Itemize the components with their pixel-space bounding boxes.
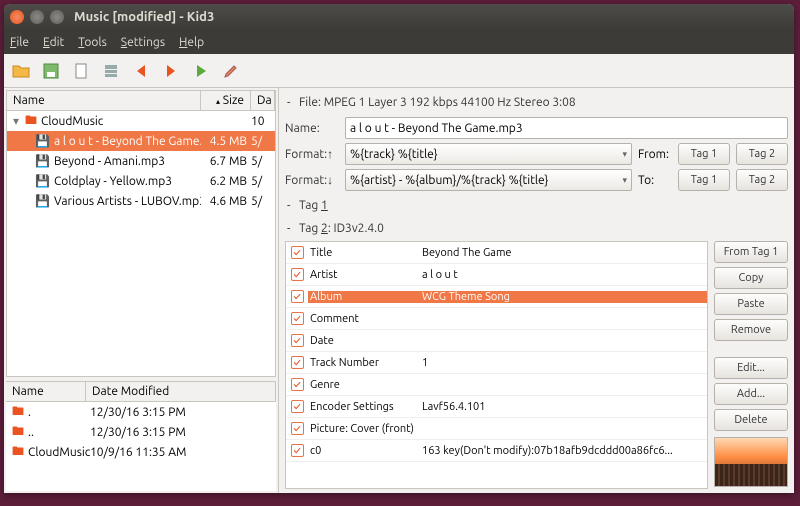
checkbox-icon[interactable]	[291, 422, 304, 435]
delete-button[interactable]: Delete	[714, 409, 788, 431]
format-up-combo[interactable]: %{track} %{title}	[345, 143, 632, 165]
file-row[interactable]: 💾Coldplay - Yellow.mp36.2 MB5/	[7, 171, 275, 191]
disk-icon: 💾	[35, 194, 50, 208]
right-panel: File: MPEG 1 Layer 3 192 kbps 44100 Hz S…	[279, 88, 794, 493]
dir-row[interactable]: 🖿.12/30/16 3:15 PM	[6, 402, 276, 422]
open-icon[interactable]	[10, 60, 32, 82]
name-input[interactable]	[345, 117, 788, 139]
checkbox-icon[interactable]	[291, 334, 304, 347]
tag-row[interactable]: Comment	[286, 308, 707, 330]
to-label: To:	[638, 174, 672, 187]
edit-button[interactable]: Edit...	[714, 357, 788, 379]
minimize-icon[interactable]	[30, 10, 44, 24]
from-tag1-button[interactable]: Tag 1	[678, 143, 730, 165]
select-all-icon[interactable]	[100, 60, 122, 82]
disk-icon: 💾	[35, 134, 50, 148]
paste-button[interactable]: Paste	[714, 293, 788, 315]
tree-folder[interactable]: ▾🖿CloudMusic 10	[7, 111, 275, 131]
dir-list[interactable]: Name Date Modified 🖿.12/30/16 3:15 PM🖿..…	[6, 381, 276, 491]
tag-row[interactable]: Track Number1	[286, 352, 707, 374]
tag-grid[interactable]: TitleBeyond The GameArtista l o u tAlbum…	[285, 241, 708, 489]
dir-row[interactable]: 🖿..12/30/16 3:15 PM	[6, 422, 276, 442]
bcol-date[interactable]: Date Modified	[86, 382, 276, 401]
revert-icon[interactable]	[70, 60, 92, 82]
file-row[interactable]: 💾a l o u t - Beyond The Game.mp34.5 MB5/	[7, 131, 275, 151]
left-panel: Name ▴ Size Da ▾🖿CloudMusic 10 💾a l o u …	[4, 88, 279, 493]
menu-edit[interactable]: Edit	[43, 36, 64, 49]
menu-tools[interactable]: Tools	[78, 36, 107, 49]
disk-icon: 💾	[35, 154, 50, 168]
from-tag1-side[interactable]: From Tag 1	[714, 241, 788, 263]
checkbox-icon[interactable]	[291, 378, 304, 391]
folder-icon: 🖿	[12, 402, 24, 423]
tag-row[interactable]: c0163 key(Don't modify):07b18afb9dcddd00…	[286, 440, 707, 462]
app-window: Music [modified] - Kid3 File Edit Tools …	[4, 4, 794, 493]
menu-settings[interactable]: Settings	[121, 36, 165, 49]
tag-row[interactable]: Picture: Cover (front)	[286, 418, 707, 440]
col-size[interactable]: ▴ Size	[201, 91, 251, 110]
close-icon[interactable]	[10, 10, 24, 24]
tag-side-buttons: From Tag 1 Copy Paste Remove Edit... Add…	[714, 241, 788, 489]
tag1-section[interactable]: Tag 1	[285, 195, 788, 214]
to-tag1-button[interactable]: Tag 1	[678, 169, 730, 191]
checkbox-icon[interactable]	[291, 400, 304, 413]
checkbox-icon[interactable]	[291, 444, 304, 457]
settings-icon[interactable]	[220, 60, 242, 82]
file-info: File: MPEG 1 Layer 3 192 kbps 44100 Hz S…	[285, 94, 788, 113]
folder-icon: 🖿	[25, 111, 37, 132]
checkbox-icon[interactable]	[291, 246, 304, 259]
menubar: File Edit Tools Settings Help	[4, 30, 794, 54]
add-button[interactable]: Add...	[714, 383, 788, 405]
prev-icon[interactable]	[130, 60, 152, 82]
tag-row[interactable]: Date	[286, 330, 707, 352]
tag-row[interactable]: Artista l o u t	[286, 264, 707, 286]
dir-row[interactable]: 🖿CloudMusic10/9/16 11:35 AM	[6, 442, 276, 462]
cover-art[interactable]	[714, 437, 788, 487]
from-tag2-button[interactable]: Tag 2	[736, 143, 788, 165]
save-icon[interactable]	[40, 60, 62, 82]
col-date[interactable]: Da	[251, 91, 275, 110]
titlebar[interactable]: Music [modified] - Kid3	[4, 4, 794, 30]
tag-row[interactable]: TitleBeyond The Game	[286, 242, 707, 264]
name-label: Name:	[285, 122, 339, 135]
file-tree[interactable]: Name ▴ Size Da ▾🖿CloudMusic 10 💾a l o u …	[6, 90, 276, 377]
col-name[interactable]: Name	[7, 91, 201, 110]
tag2-section[interactable]: Tag 2: ID3v2.4.0	[285, 218, 788, 237]
next-icon[interactable]	[160, 60, 182, 82]
disk-icon: 💾	[35, 174, 50, 188]
checkbox-icon[interactable]	[291, 356, 304, 369]
checkbox-icon[interactable]	[291, 312, 304, 325]
remove-button[interactable]: Remove	[714, 319, 788, 341]
window-title: Music [modified] - Kid3	[74, 10, 214, 24]
toolbar	[4, 54, 794, 88]
folder-icon: 🖿	[12, 442, 24, 463]
copy-button[interactable]: Copy	[714, 267, 788, 289]
maximize-icon[interactable]	[50, 10, 64, 24]
from-label: From:	[638, 148, 672, 161]
checkbox-icon[interactable]	[291, 268, 304, 281]
format-dn-combo[interactable]: %{artist} - %{album}/%{track} %{title}	[345, 169, 632, 191]
menu-help[interactable]: Help	[179, 36, 204, 49]
tag-row[interactable]: AlbumWCG Theme Song	[286, 286, 707, 308]
to-tag2-button[interactable]: Tag 2	[736, 169, 788, 191]
menu-file[interactable]: File	[10, 36, 29, 49]
tag-row[interactable]: Genre	[286, 374, 707, 396]
file-row[interactable]: 💾Beyond - Amani.mp36.7 MB5/	[7, 151, 275, 171]
play-icon[interactable]	[190, 60, 212, 82]
tag-row[interactable]: Encoder SettingsLavf56.4.101	[286, 396, 707, 418]
format-up-label: Format:↑	[285, 147, 339, 161]
file-row[interactable]: 💾Various Artists - LUBOV.mp34.6 MB5/	[7, 191, 275, 211]
bcol-name[interactable]: Name	[6, 382, 86, 401]
format-dn-label: Format:↓	[285, 173, 339, 187]
folder-icon: 🖿	[12, 422, 24, 443]
checkbox-icon[interactable]	[291, 290, 304, 303]
